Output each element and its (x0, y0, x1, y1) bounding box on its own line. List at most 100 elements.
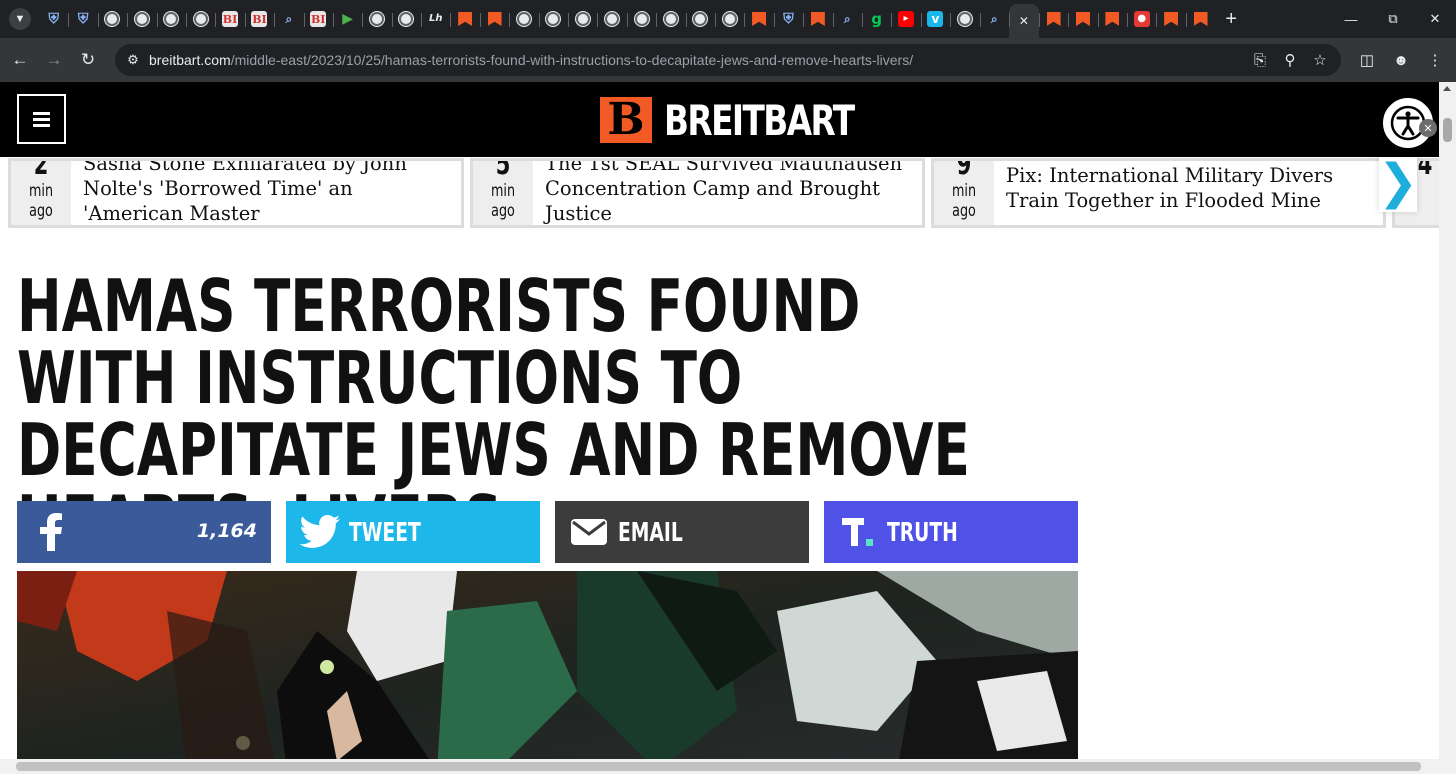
lh-icon: Lh (429, 13, 443, 24)
browser-tab[interactable] (597, 4, 626, 34)
browser-tab[interactable] (568, 4, 597, 34)
g-icon: g (871, 9, 882, 28)
browser-tab[interactable] (391, 4, 421, 34)
more-menu-icon[interactable]: ⋮ (1418, 43, 1452, 77)
browser-tab[interactable]: ⌕ (979, 4, 1009, 34)
browser-tab[interactable] (626, 4, 656, 34)
back-button[interactable]: ← (3, 43, 37, 77)
browser-tab[interactable] (656, 4, 685, 34)
facebook-icon (33, 513, 69, 551)
close-tab-icon[interactable]: ✕ (1019, 14, 1029, 28)
bookmark-icon (487, 11, 503, 27)
browser-tab[interactable]: ⌕ (832, 4, 862, 34)
ticker-time-number: 2 (33, 158, 49, 182)
browser-tab[interactable] (97, 4, 127, 34)
vertical-scroll-thumb[interactable] (1443, 118, 1452, 142)
hamburger-menu-button[interactable] (17, 94, 66, 144)
horizontal-scroll-thumb[interactable] (16, 762, 1421, 771)
ticker-headline[interactable]: Sasha Stone Exhilarated by John Nolte's … (83, 161, 453, 225)
ticker-next-arrow[interactable]: ❯ (1378, 152, 1418, 212)
ticker-card[interactable]: 5 min ago The 1st SEAL Survived Mauthaus… (470, 158, 925, 228)
browser-tab[interactable] (1038, 4, 1068, 34)
reload-button[interactable]: ↻ (71, 43, 105, 77)
browser-tab[interactable]: ⛨ (773, 4, 803, 34)
tab-search-dropdown[interactable]: ▼ (9, 8, 31, 30)
site-header: B BREITBART ✕ (0, 82, 1439, 157)
browser-tab[interactable] (744, 4, 773, 34)
browser-tab[interactable] (479, 4, 509, 34)
close-window-button[interactable]: ✕ (1414, 0, 1456, 38)
email-share-button[interactable]: EMAIL (555, 501, 809, 563)
browser-tab[interactable] (185, 4, 215, 34)
browser-tab[interactable]: ⛨ (68, 4, 97, 34)
browser-tab[interactable]: Lh (421, 4, 450, 34)
browser-tab[interactable] (156, 4, 186, 34)
youtube-icon: ▸ (898, 11, 915, 27)
ticker-card[interactable]: 9 min ago Pix: International Military Di… (931, 158, 1386, 228)
browser-tab[interactable] (685, 4, 715, 34)
browser-tab[interactable] (1097, 4, 1127, 34)
globe-icon (192, 11, 209, 27)
facebook-share-button[interactable]: 1,164 (17, 501, 271, 563)
browser-tab[interactable]: BI (215, 4, 244, 34)
browser-tab[interactable]: g (861, 4, 891, 34)
site-info-icon[interactable]: ⚙ (117, 44, 149, 76)
ticker-time-ago: ago (952, 201, 976, 221)
browser-tab[interactable] (509, 4, 538, 34)
globe-icon (515, 11, 532, 27)
forward-button[interactable]: → (37, 43, 71, 77)
mic-icon: ● (1133, 11, 1150, 27)
install-app-icon[interactable]: ⎘ (1245, 45, 1275, 75)
browser-tab[interactable] (1156, 4, 1185, 34)
restore-button[interactable]: ⧉ (1372, 0, 1414, 38)
share-buttons: 1,164 TWEET EMAIL TRUTH (17, 501, 1078, 563)
browser-tab[interactable]: ▸ (891, 4, 920, 34)
side-panel-icon[interactable]: ◫ (1350, 43, 1384, 77)
globe-icon (163, 11, 180, 27)
profile-icon[interactable]: ☻ (1384, 43, 1418, 77)
browser-tab[interactable] (950, 4, 979, 34)
browser-tab[interactable] (1068, 4, 1097, 34)
article-hero-image (17, 571, 1078, 759)
ticker-card[interactable]: 2 min ago Sasha Stone Exhilarated by Joh… (8, 158, 464, 228)
ticker-headline[interactable]: Pix: International Military Divers Train… (1006, 163, 1376, 213)
truth-label: TRUTH (887, 518, 958, 548)
globe-icon (368, 11, 385, 27)
bookmark-star-icon[interactable]: ☆ (1305, 45, 1335, 75)
browser-tab[interactable] (803, 4, 832, 34)
ticker-time-ago: ago (29, 201, 53, 221)
browser-tab[interactable]: ● (1127, 4, 1156, 34)
new-tab-button[interactable]: + (1217, 5, 1245, 33)
minimize-button[interactable]: — (1330, 0, 1372, 38)
active-browser-tab[interactable]: ✕ (1008, 4, 1039, 38)
browser-tab[interactable]: ⌕ (274, 4, 303, 34)
scroll-up-arrow[interactable] (1443, 86, 1451, 91)
truth-social-share-button[interactable]: TRUTH (824, 501, 1078, 563)
search-icon: ⌕ (285, 12, 293, 26)
bookmark-icon (751, 11, 767, 27)
horizontal-scrollbar[interactable] (0, 759, 1456, 774)
url-text[interactable]: breitbart.com/middle-east/2023/10/25/ham… (149, 52, 913, 68)
browser-tab[interactable] (127, 4, 156, 34)
accessibility-close-icon[interactable]: ✕ (1419, 119, 1437, 137)
tab-strip: ▼ ⛨ ⛨ BI BI ⌕ BI ▶ Lh ⛨ ⌕ g ▸ v ⌕ ✕ ● + — ⧉ ✕ (0, 0, 1456, 38)
browser-tab[interactable] (450, 4, 479, 34)
vertical-scrollbar[interactable] (1439, 82, 1456, 759)
breitbart-logo[interactable]: B BREITBART (600, 95, 907, 145)
browser-tab[interactable]: BI (244, 4, 274, 34)
browser-tab[interactable]: v (920, 4, 950, 34)
browser-tab[interactable]: BI (303, 4, 333, 34)
ticker-headline[interactable]: The 1st SEAL Survived Mauthausen Concent… (545, 161, 915, 225)
zoom-icon[interactable]: ⚲ (1275, 45, 1305, 75)
browser-tab[interactable] (714, 4, 744, 34)
globe-icon (633, 11, 650, 27)
globe-icon (545, 11, 562, 27)
browser-tab[interactable] (362, 4, 391, 34)
browser-tab[interactable]: ▶ (332, 4, 362, 34)
browser-tab[interactable]: ⛨ (39, 4, 68, 34)
browser-tab[interactable] (1185, 4, 1215, 34)
address-bar[interactable]: ⚙ breitbart.com/middle-east/2023/10/25/h… (115, 44, 1341, 76)
browser-tab[interactable] (538, 4, 568, 34)
tweet-button[interactable]: TWEET (286, 501, 540, 563)
ticker-time: 2 min ago (11, 161, 71, 225)
